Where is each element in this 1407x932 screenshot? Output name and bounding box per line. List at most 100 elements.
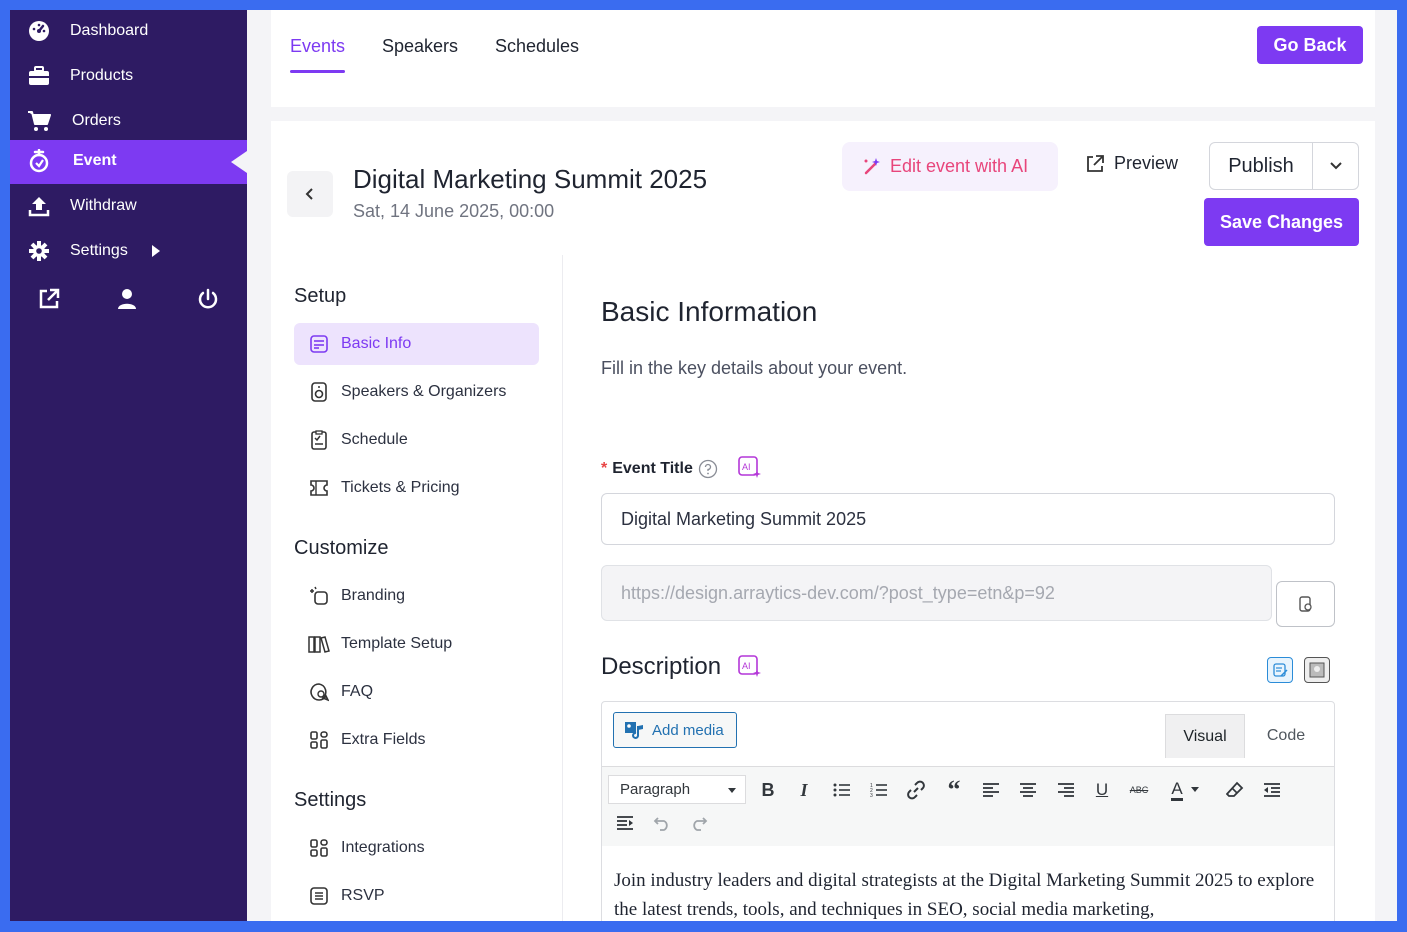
editor-mode-tabs: Visual Code — [1165, 714, 1327, 758]
event-date: Sat, 14 June 2025, 00:00 — [353, 201, 555, 221]
briefcase-icon — [26, 63, 52, 89]
nav-template-setup[interactable]: Template Setup — [294, 623, 539, 665]
sidebar: Dashboard Products Orders Event Withdraw — [10, 10, 247, 921]
bold-icon[interactable]: B — [753, 775, 783, 805]
align-center-icon[interactable] — [1013, 775, 1043, 805]
nav-faq[interactable]: FAQ — [294, 671, 539, 713]
editor-content[interactable]: Join industry leaders and digital strate… — [614, 866, 1324, 921]
undo-icon[interactable] — [647, 808, 677, 838]
description-editor: Add media Visual Code Paragraph B I 123 — [601, 701, 1335, 921]
nav-integrations[interactable]: Integrations — [294, 827, 539, 869]
sidebar-item-products[interactable]: Products — [10, 55, 247, 99]
ai-assist-icon[interactable]: AI — [738, 654, 762, 678]
list-icon — [308, 885, 330, 907]
chevron-right-icon — [152, 245, 160, 257]
dashboard-icon — [26, 18, 52, 44]
italic-icon[interactable]: I — [789, 775, 819, 805]
copy-icon — [1298, 596, 1312, 612]
link-icon[interactable] — [901, 775, 931, 805]
upload-icon — [26, 193, 52, 219]
tab-visual[interactable]: Visual — [1165, 714, 1245, 758]
sidebar-item-orders[interactable]: Orders — [10, 100, 247, 144]
event-title-label-text: Event Title — [612, 460, 693, 477]
tab-events[interactable]: Events — [290, 36, 345, 57]
nav-branding[interactable]: Branding — [294, 575, 539, 617]
nav-item-label: Tickets & Pricing — [341, 479, 460, 496]
checklist-icon — [308, 429, 330, 451]
nav-item-label: RSVP — [341, 887, 385, 904]
blockquote-icon[interactable]: “ — [939, 775, 969, 805]
active-tab-indicator — [290, 70, 345, 73]
ticket-icon — [308, 477, 330, 499]
description-label: Description — [601, 653, 722, 680]
tab-code[interactable]: Code — [1245, 714, 1327, 758]
chevron-left-icon — [305, 188, 313, 200]
tab-schedules[interactable]: Schedules — [495, 36, 579, 57]
eraser-icon[interactable] — [1220, 775, 1250, 805]
ai-assist-icon[interactable]: AI — [738, 455, 762, 479]
back-button[interactable] — [287, 171, 333, 217]
nav-extra-fields[interactable]: Extra Fields — [294, 719, 539, 761]
add-media-label: Add media — [652, 721, 724, 739]
sidebar-item-dashboard[interactable]: Dashboard — [10, 10, 247, 54]
copy-link-button[interactable] — [1276, 581, 1335, 627]
nav-rsvp[interactable]: RSVP — [294, 875, 539, 917]
numbered-list-icon[interactable]: 123 — [864, 775, 894, 805]
section-subtitle: Fill in the key details about your event… — [601, 358, 908, 378]
basic-info-form: Basic Information Fill in the key detail… — [601, 121, 1361, 921]
outdent-icon[interactable] — [1257, 775, 1287, 805]
media-icon — [624, 721, 644, 739]
nav-item-label: FAQ — [341, 683, 374, 700]
section-heading-settings: Settings — [294, 789, 367, 811]
help-icon[interactable] — [698, 459, 718, 479]
power-icon[interactable] — [195, 286, 221, 312]
grid-icon — [308, 729, 330, 751]
sidebar-item-label: Settings — [70, 242, 128, 259]
bullet-list-icon[interactable] — [827, 775, 857, 805]
sidebar-item-settings[interactable]: Settings — [10, 230, 247, 274]
nav-tickets-pricing[interactable]: Tickets & Pricing — [294, 467, 539, 509]
user-icon[interactable] — [114, 286, 140, 312]
section-title: Basic Information — [601, 296, 818, 327]
chevron-down-icon[interactable] — [1188, 775, 1202, 805]
strikethrough-icon[interactable]: ABC — [1124, 775, 1154, 805]
event-editor-panel: Digital Marketing Summit 2025 Sat, 14 Ju… — [271, 121, 1375, 921]
format-select[interactable]: Paragraph — [608, 775, 746, 804]
sidebar-item-label: Withdraw — [70, 197, 137, 214]
form-icon — [308, 333, 330, 355]
section-heading-setup: Setup — [294, 285, 347, 307]
nav-basic-info[interactable]: Basic Info — [294, 323, 539, 365]
add-media-button[interactable]: Add media — [613, 712, 737, 748]
nav-item-label: Schedule — [341, 431, 408, 448]
setup-navigation: Setup Basic Info Speakers & Organizers S… — [271, 255, 563, 921]
sidebar-item-withdraw[interactable]: Withdraw — [10, 185, 247, 229]
nav-item-label: Template Setup — [341, 635, 453, 652]
section-heading-customize: Customize — [294, 537, 389, 559]
image-placeholder-icon[interactable] — [1304, 657, 1330, 683]
sidebar-item-label: Products — [70, 67, 134, 84]
nav-item-label: Branding — [341, 587, 406, 604]
event-title-input[interactable]: Digital Marketing Summit 2025 — [601, 493, 1335, 545]
event-url-field[interactable]: https://design.arraytics-dev.com/?post_t… — [601, 565, 1272, 621]
event-title-label: * Event Title — [601, 459, 718, 479]
top-tab-bar: Events Speakers Schedules Go Back — [271, 10, 1375, 107]
nav-schedule[interactable]: Schedule — [294, 419, 539, 461]
underline-icon[interactable]: U — [1087, 775, 1117, 805]
tab-speakers[interactable]: Speakers — [382, 36, 458, 57]
speaker-icon — [308, 381, 330, 403]
required-asterisk: * — [601, 460, 608, 477]
template-icon — [308, 633, 330, 655]
nav-item-label: Basic Info — [341, 335, 412, 352]
form-builder-icon[interactable] — [1267, 657, 1293, 683]
nav-speakers-organizers[interactable]: Speakers & Organizers — [294, 371, 539, 413]
external-link-icon[interactable] — [36, 286, 62, 312]
toolbar-toggle-icon[interactable] — [610, 808, 640, 838]
sidebar-item-event[interactable]: Event — [10, 140, 247, 184]
align-left-icon[interactable] — [976, 775, 1006, 805]
redo-icon[interactable] — [684, 808, 714, 838]
chat-question-icon — [308, 681, 330, 703]
align-right-icon[interactable] — [1051, 775, 1081, 805]
svg-text:AI: AI — [742, 462, 751, 472]
sidebar-item-label: Orders — [72, 112, 121, 129]
go-back-button[interactable]: Go Back — [1257, 26, 1363, 64]
